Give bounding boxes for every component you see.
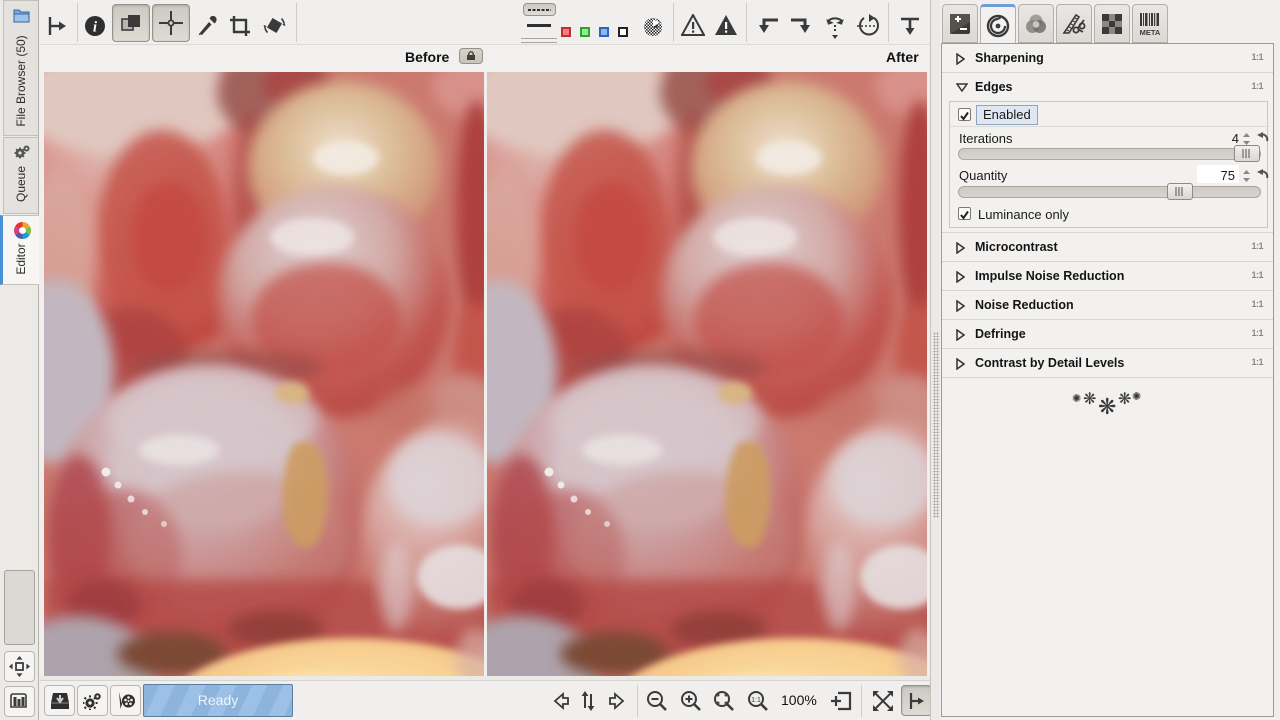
svg-text:1:1: 1:1 [751,697,761,704]
svg-text:META: META [1140,28,1161,37]
